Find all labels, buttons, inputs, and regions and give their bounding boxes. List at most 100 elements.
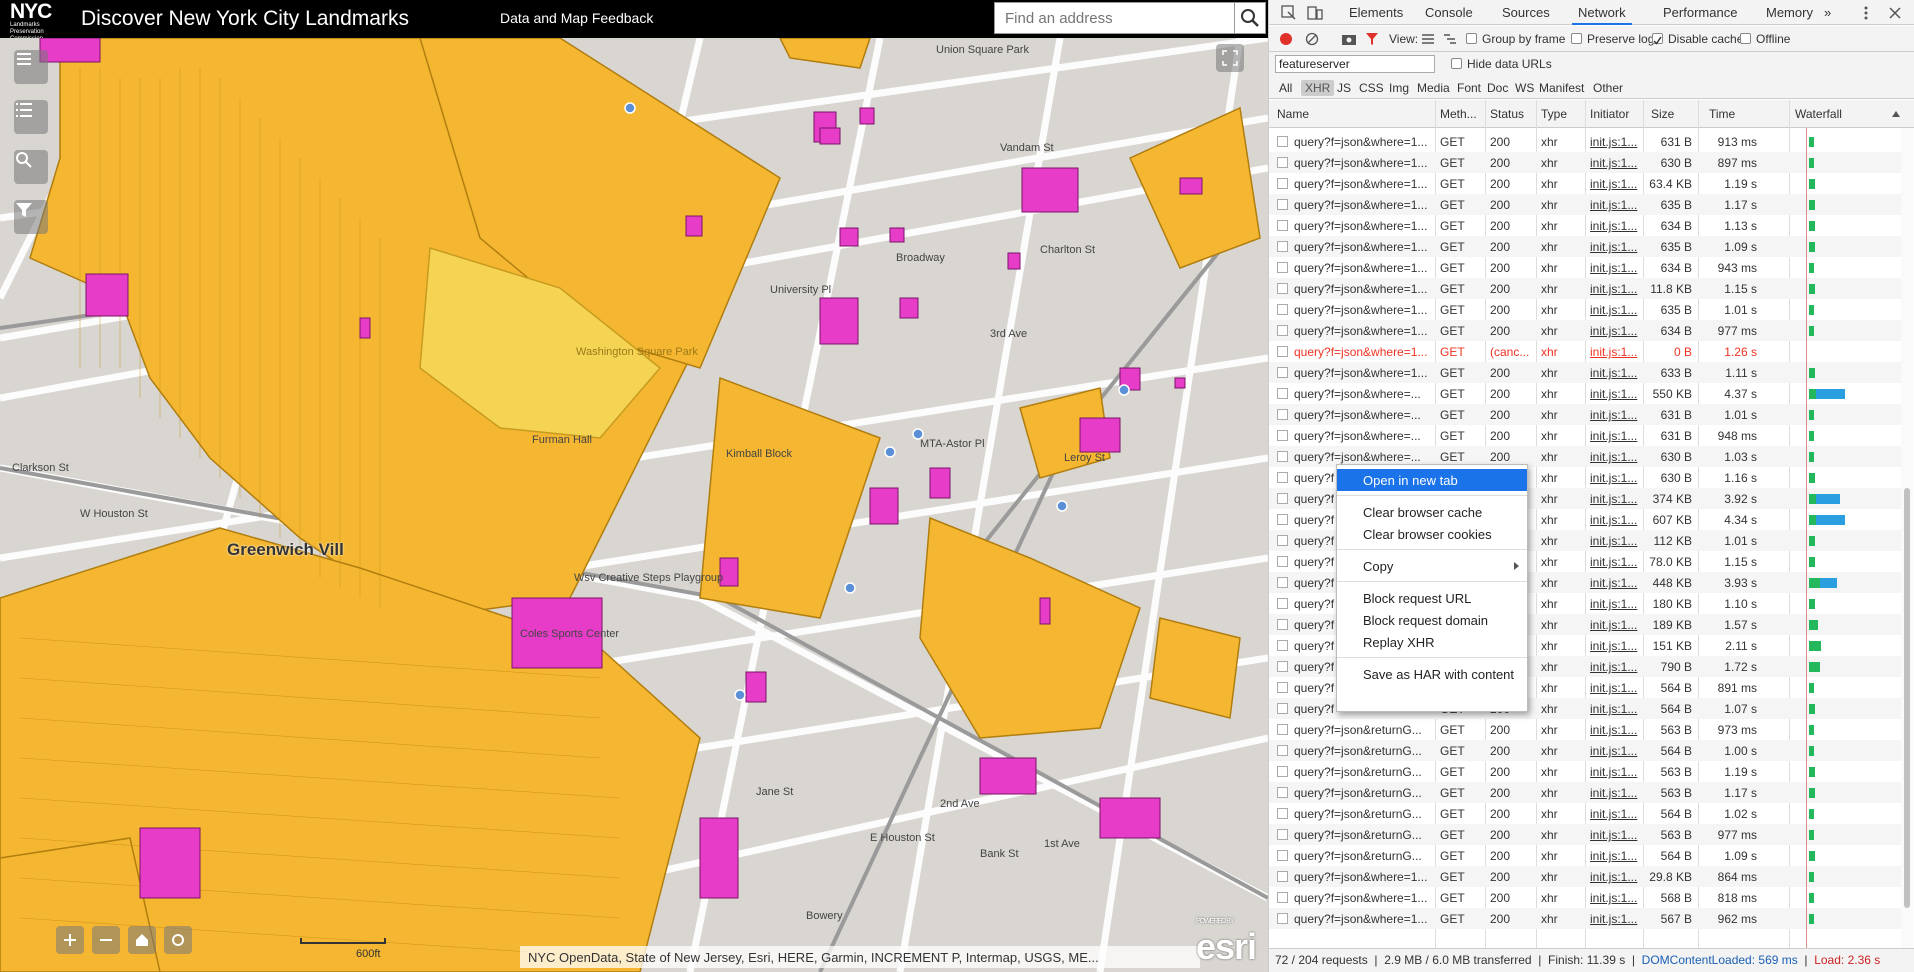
row-checkbox[interactable] bbox=[1277, 493, 1288, 504]
request-initiator[interactable]: init.js:1... bbox=[1590, 786, 1638, 800]
column-initiator[interactable]: Initiator bbox=[1590, 107, 1629, 121]
row-checkbox[interactable] bbox=[1277, 682, 1288, 693]
row-checkbox[interactable] bbox=[1277, 598, 1288, 609]
row-checkbox[interactable] bbox=[1277, 766, 1288, 777]
record-icon[interactable] bbox=[1279, 32, 1293, 46]
row-checkbox[interactable] bbox=[1277, 136, 1288, 147]
request-initiator[interactable]: init.js:1... bbox=[1590, 429, 1638, 443]
request-initiator[interactable]: init.js:1... bbox=[1590, 345, 1638, 359]
row-checkbox[interactable] bbox=[1277, 178, 1288, 189]
request-initiator[interactable]: init.js:1... bbox=[1590, 387, 1638, 401]
row-checkbox[interactable] bbox=[1277, 346, 1288, 357]
row-checkbox[interactable] bbox=[1277, 241, 1288, 252]
request-initiator[interactable]: init.js:1... bbox=[1590, 450, 1638, 464]
column-name[interactable]: Name bbox=[1277, 107, 1309, 121]
preserve-log-checkbox[interactable] bbox=[1571, 33, 1582, 44]
request-initiator[interactable]: init.js:1... bbox=[1590, 870, 1638, 884]
request-initiator[interactable]: init.js:1... bbox=[1590, 492, 1638, 506]
clear-icon[interactable] bbox=[1305, 32, 1319, 46]
filter-type-css[interactable]: CSS bbox=[1355, 80, 1388, 96]
column-size[interactable]: Size bbox=[1651, 107, 1674, 121]
request-initiator[interactable]: init.js:1... bbox=[1590, 471, 1638, 485]
camera-icon[interactable] bbox=[1341, 32, 1357, 46]
request-initiator[interactable]: init.js:1... bbox=[1590, 660, 1638, 674]
request-initiator[interactable]: init.js:1... bbox=[1590, 513, 1638, 527]
request-initiator[interactable]: init.js:1... bbox=[1590, 849, 1638, 863]
offline-checkbox[interactable] bbox=[1740, 33, 1751, 44]
menu-open-in-new-tab[interactable]: Open in new tab bbox=[1337, 469, 1527, 491]
filter-type-doc[interactable]: Doc bbox=[1483, 80, 1512, 96]
filter-funnel-icon[interactable] bbox=[1365, 32, 1379, 46]
row-checkbox[interactable] bbox=[1277, 451, 1288, 462]
filter-type-img[interactable]: Img bbox=[1385, 80, 1413, 96]
overview-icon[interactable] bbox=[1443, 32, 1457, 46]
request-initiator[interactable]: init.js:1... bbox=[1590, 366, 1638, 380]
request-initiator[interactable]: init.js:1... bbox=[1590, 555, 1638, 569]
tab-network[interactable]: Network bbox=[1578, 5, 1626, 20]
row-checkbox[interactable] bbox=[1277, 913, 1288, 924]
close-icon[interactable] bbox=[1889, 7, 1901, 19]
filter-type-other[interactable]: Other bbox=[1589, 80, 1627, 96]
search-button[interactable] bbox=[1234, 2, 1266, 34]
menu-copy[interactable]: Copy bbox=[1337, 555, 1527, 577]
filter-type-media[interactable]: Media bbox=[1413, 80, 1454, 96]
row-checkbox[interactable] bbox=[1277, 556, 1288, 567]
request-initiator[interactable]: init.js:1... bbox=[1590, 303, 1638, 317]
request-initiator[interactable]: init.js:1... bbox=[1590, 891, 1638, 905]
column-method[interactable]: Meth... bbox=[1440, 107, 1477, 121]
tab-console[interactable]: Console bbox=[1425, 5, 1473, 20]
request-initiator[interactable]: init.js:1... bbox=[1590, 723, 1638, 737]
filter-type-manifest[interactable]: Manifest bbox=[1535, 80, 1588, 96]
request-initiator[interactable]: init.js:1... bbox=[1590, 135, 1638, 149]
row-checkbox[interactable] bbox=[1277, 409, 1288, 420]
column-status[interactable]: Status bbox=[1490, 107, 1524, 121]
row-checkbox[interactable] bbox=[1277, 787, 1288, 798]
row-checkbox[interactable] bbox=[1277, 724, 1288, 735]
request-initiator[interactable]: init.js:1... bbox=[1590, 681, 1638, 695]
device-toolbar-icon[interactable] bbox=[1307, 5, 1323, 21]
column-type[interactable]: Type bbox=[1541, 107, 1567, 121]
request-initiator[interactable]: init.js:1... bbox=[1590, 639, 1638, 653]
column-waterfall[interactable]: Waterfall bbox=[1795, 107, 1842, 121]
row-checkbox[interactable] bbox=[1277, 199, 1288, 210]
menu-save-as-har[interactable]: Save as HAR with content bbox=[1337, 663, 1527, 685]
request-initiator[interactable]: init.js:1... bbox=[1590, 912, 1638, 926]
request-initiator[interactable]: init.js:1... bbox=[1590, 597, 1638, 611]
request-initiator[interactable]: init.js:1... bbox=[1590, 156, 1638, 170]
request-initiator[interactable]: init.js:1... bbox=[1590, 744, 1638, 758]
sort-ascending-icon[interactable] bbox=[1891, 109, 1901, 119]
list-tool-button[interactable] bbox=[14, 100, 48, 134]
large-rows-icon[interactable] bbox=[1421, 32, 1435, 46]
layers-tool-button[interactable] bbox=[14, 50, 48, 84]
row-checkbox[interactable] bbox=[1277, 304, 1288, 315]
request-initiator[interactable]: init.js:1... bbox=[1590, 198, 1638, 212]
more-tabs-button[interactable]: » bbox=[1824, 5, 1831, 20]
row-checkbox[interactable] bbox=[1277, 535, 1288, 546]
filter-type-js[interactable]: JS bbox=[1333, 80, 1355, 96]
zoom-in-button[interactable] bbox=[56, 926, 84, 954]
request-initiator[interactable]: init.js:1... bbox=[1590, 576, 1638, 590]
row-checkbox[interactable] bbox=[1277, 808, 1288, 819]
filter-input[interactable]: featureserver bbox=[1275, 55, 1435, 73]
filter-type-font[interactable]: Font bbox=[1453, 80, 1485, 96]
filter-type-xhr[interactable]: XHR bbox=[1301, 80, 1335, 96]
menu-clear-browser-cookies[interactable]: Clear browser cookies bbox=[1337, 523, 1527, 545]
row-checkbox[interactable] bbox=[1277, 325, 1288, 336]
request-initiator[interactable]: init.js:1... bbox=[1590, 765, 1638, 779]
feedback-link[interactable]: Data and Map Feedback bbox=[500, 10, 653, 26]
row-checkbox[interactable] bbox=[1277, 640, 1288, 651]
request-list-scrollbar[interactable] bbox=[1901, 128, 1913, 950]
request-initiator[interactable]: init.js:1... bbox=[1590, 177, 1638, 191]
request-initiator[interactable]: init.js:1... bbox=[1590, 534, 1638, 548]
tab-sources[interactable]: Sources bbox=[1502, 5, 1550, 20]
inspect-element-icon[interactable] bbox=[1281, 5, 1297, 21]
row-checkbox[interactable] bbox=[1277, 850, 1288, 861]
map-canvas[interactable]: Greenwich Vill Washington Square Park Un… bbox=[0, 38, 1268, 972]
request-initiator[interactable]: init.js:1... bbox=[1590, 261, 1638, 275]
menu-clear-browser-cache[interactable]: Clear browser cache bbox=[1337, 501, 1527, 523]
address-search-input[interactable] bbox=[995, 3, 1235, 33]
row-checkbox[interactable] bbox=[1277, 262, 1288, 273]
row-checkbox[interactable] bbox=[1277, 430, 1288, 441]
request-initiator[interactable]: init.js:1... bbox=[1590, 828, 1638, 842]
fullscreen-button[interactable] bbox=[1216, 44, 1244, 72]
